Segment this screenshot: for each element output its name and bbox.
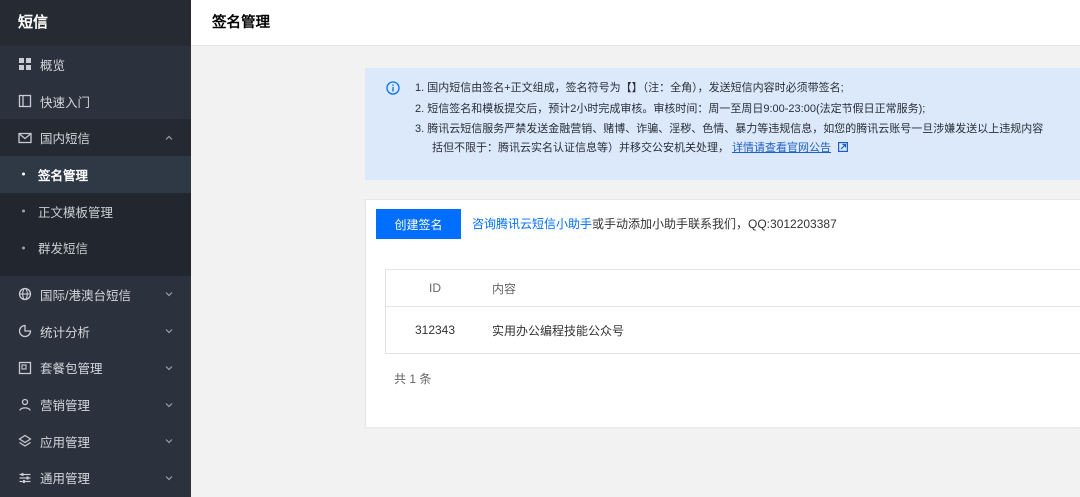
sidebar-title: 短信: [0, 0, 191, 46]
helper-text: 咨询腾讯云短信小助手或手动添加小助手联系我们，QQ:3012203387: [472, 209, 837, 239]
sidebar-item-packages[interactable]: 套餐包管理: [0, 350, 191, 387]
pie-chart-icon: [18, 324, 32, 338]
sidebar-item-statistics[interactable]: 统计分析: [0, 313, 191, 350]
create-signature-button[interactable]: 创建签名: [376, 209, 461, 239]
sidebar-item-marketing[interactable]: 营销管理: [0, 386, 191, 423]
mail-icon: [18, 131, 32, 145]
sidebar-subitem-signature[interactable]: 签名管理: [0, 156, 191, 193]
notice-line-4: 括但不限于：腾讯云实名认证信息等）并移交公安机关处理， 详情请查看官网公告: [415, 138, 1080, 159]
sidebar-subitem-template[interactable]: 正文模板管理: [0, 193, 191, 230]
sidebar-item-apps[interactable]: 应用管理: [0, 423, 191, 460]
notice-line-3: 3. 腾讯云短信服务严禁发送金融营销、赌博、诈骗、淫秽、色情、暴力等违规信息，如…: [415, 123, 1044, 136]
chevron-down-icon: [165, 474, 173, 482]
sidebar-subitem-label: 签名管理: [38, 168, 89, 183]
signature-panel: 创建签名 咨询腾讯云短信小助手或手动添加小助手联系我们，QQ:301220338…: [365, 199, 1080, 427]
package-icon: [18, 361, 32, 375]
sidebar-item-label: 应用管理: [40, 435, 91, 450]
notice-line-2: 2. 短信签名和模板提交后，预计2小时完成审核。审核时间：周一至周日9:00-2…: [415, 102, 926, 115]
sidebar-submenu-domestic-sms: 签名管理 正文模板管理 群发短信: [0, 156, 191, 277]
helper-contact-text: 或手动添加小助手联系我们，QQ:3012203387: [592, 217, 837, 231]
bullet-icon: [22, 246, 25, 250]
chevron-down-icon: [165, 327, 173, 335]
helper-link[interactable]: 咨询腾讯云短信小助手: [472, 217, 592, 231]
sidebar-item-label: 概览: [40, 58, 66, 73]
sidebar-item-label: 通用管理: [40, 472, 91, 487]
chevron-down-icon: [165, 290, 173, 298]
user-group-icon: [18, 398, 32, 412]
sidebar-item-label: 快速入门: [40, 95, 91, 110]
sidebar-subitem-bulk-sms[interactable]: 群发短信: [0, 229, 191, 266]
sidebar-subitem-label: 群发短信: [38, 242, 89, 257]
sidebar-item-overview[interactable]: 概览: [0, 46, 191, 83]
sidebar-item-label: 统计分析: [40, 325, 91, 340]
chevron-down-icon: [165, 401, 173, 409]
sidebar-item-label: 国内短信: [40, 132, 91, 147]
settings-sliders-icon: [18, 471, 32, 485]
bullet-icon: [22, 172, 25, 176]
signature-table: ID 内容 312343 实用办公编程技能公众号: [385, 269, 1080, 354]
sidebar-item-label: 套餐包管理: [40, 362, 103, 377]
sidebar-item-quickstart[interactable]: 快速入门: [0, 83, 191, 120]
chevron-down-icon: [165, 364, 173, 372]
bullet-icon: [22, 209, 25, 213]
sidebar-subitem-label: 正文模板管理: [38, 205, 114, 220]
announcement-link[interactable]: 详情请查看官网公告: [732, 142, 831, 154]
sidebar-item-general[interactable]: 通用管理: [0, 460, 191, 497]
sidebar: 短信 概览 快速入门 国内短信 签名管理 正文模板管理 群发短信 国际/港澳台短…: [0, 0, 191, 497]
cell-id: 312343: [414, 323, 456, 337]
chevron-down-icon: [165, 437, 173, 445]
sidebar-item-domestic-sms[interactable]: 国内短信: [0, 119, 191, 157]
sidebar-item-international-sms[interactable]: 国际/港澳台短信: [0, 276, 191, 313]
layers-icon: [18, 434, 32, 448]
column-header-content: 内容: [492, 281, 517, 296]
page-title: 签名管理: [212, 15, 270, 31]
chevron-up-icon: [165, 134, 173, 142]
document-icon: [18, 94, 32, 108]
table-row[interactable]: 312343 实用办公编程技能公众号: [386, 307, 1080, 353]
column-header-id: ID: [429, 281, 441, 295]
notice-line-4-text: 括但不限于：腾讯云实名认证信息等）并移交公安机关处理，: [432, 141, 729, 154]
sidebar-item-label: 营销管理: [40, 399, 91, 414]
notice-banner: 1. 国内短信由签名+正文组成，签名符号为【】（注：全角），发送短信内容时必须带…: [365, 68, 1080, 180]
external-link-icon[interactable]: [838, 141, 849, 152]
globe-icon: [18, 287, 32, 301]
cell-content: 实用办公编程技能公众号: [492, 323, 625, 338]
sidebar-item-label: 国际/港澳台短信: [40, 288, 131, 303]
total-count: 共 1 条: [394, 372, 432, 386]
table-header-row: ID 内容: [386, 270, 1080, 307]
page-header: 签名管理: [191, 0, 1080, 46]
notice-line-1: 1. 国内短信由签名+正文组成，签名符号为【】（注：全角），发送短信内容时必须带…: [415, 82, 844, 94]
info-icon: [386, 81, 400, 95]
grid-icon: [18, 57, 32, 71]
